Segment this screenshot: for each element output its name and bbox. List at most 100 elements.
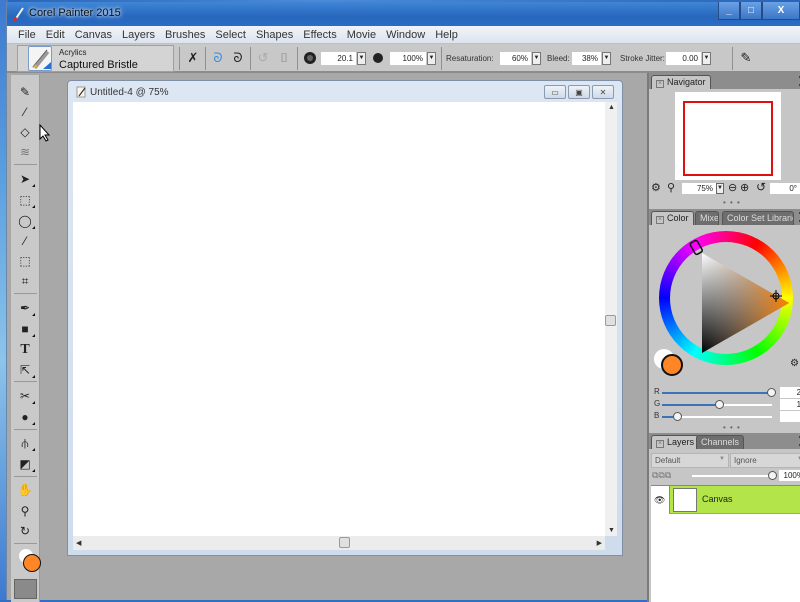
rubber-stamp-tool-icon[interactable]: ● bbox=[15, 408, 35, 426]
navigator-view-rect[interactable] bbox=[683, 101, 773, 176]
menu-edit[interactable]: Edit bbox=[41, 29, 70, 41]
opacity-dropdown[interactable]: ▼ bbox=[427, 52, 436, 65]
pen-tool-icon[interactable]: ✒ bbox=[15, 299, 35, 317]
panel-close-icon[interactable]: × bbox=[656, 216, 664, 224]
lasso-tool-icon[interactable]: ◯ bbox=[15, 212, 35, 230]
rectangle-shape-tool-icon[interactable]: ■ bbox=[15, 320, 35, 338]
freehand-stroke-icon[interactable]: ᘐ bbox=[209, 49, 227, 67]
menu-brushes[interactable]: Brushes bbox=[160, 29, 210, 41]
rotate-page-tool-icon[interactable]: ↻ bbox=[15, 522, 35, 540]
opacity-input[interactable]: 100% bbox=[390, 52, 426, 65]
panel-resize-grip[interactable]: • • • bbox=[723, 423, 741, 432]
green-slider-knob[interactable] bbox=[714, 400, 724, 409]
paper-selector[interactable] bbox=[14, 579, 37, 599]
eraser-tool-icon[interactable]: ≋ bbox=[15, 143, 35, 161]
panel-close-icon[interactable]: × bbox=[656, 440, 664, 448]
vertical-scroll-thumb[interactable] bbox=[605, 315, 616, 326]
brush-tool-icon[interactable]: ✎ bbox=[15, 83, 35, 101]
shape-selection-tool-icon[interactable]: ⇱ bbox=[15, 361, 35, 379]
size-dropdown[interactable]: ▼ bbox=[357, 52, 366, 65]
red-slider[interactable]: R 254 bbox=[654, 387, 800, 399]
navigator-preview[interactable] bbox=[675, 92, 781, 180]
zoom-in-icon[interactable]: ⊕ bbox=[740, 181, 749, 194]
zoom-icon[interactable]: ⚲ bbox=[667, 181, 675, 194]
layer-adjuster-tool-icon[interactable]: ➤ bbox=[15, 170, 35, 188]
menu-shapes[interactable]: Shapes bbox=[251, 29, 298, 41]
menu-file[interactable]: File bbox=[13, 29, 41, 41]
transform-tool-icon[interactable]: ⬚ bbox=[15, 252, 35, 270]
bleed-dropdown[interactable]: ▼ bbox=[602, 52, 611, 65]
scroll-left-arrow-icon[interactable]: ◀ bbox=[76, 539, 81, 547]
painting-canvas[interactable] bbox=[73, 102, 605, 536]
mirror-painting-tool-icon[interactable]: ⫛ bbox=[15, 434, 35, 452]
green-slider[interactable]: G 134 bbox=[654, 399, 800, 411]
composite-depth-select[interactable]: Ignore ▼ bbox=[730, 453, 800, 468]
text-tool-icon[interactable]: T bbox=[15, 341, 35, 359]
paint-bucket-tool-icon[interactable]: ◇ bbox=[15, 123, 35, 141]
red-value-input[interactable]: 254 bbox=[780, 387, 800, 398]
doc-minimize-button[interactable]: ▭ bbox=[544, 85, 566, 99]
panel-main-color-swatch[interactable] bbox=[661, 354, 683, 376]
menu-select[interactable]: Select bbox=[210, 29, 251, 41]
brush-selector[interactable]: Acrylics Captured Bristle bbox=[17, 45, 174, 72]
menu-help[interactable]: Help bbox=[430, 29, 463, 41]
blue-slider[interactable]: B 38 bbox=[654, 411, 800, 423]
saturation-value-triangle[interactable] bbox=[659, 231, 793, 365]
panel-close-icon[interactable]: × bbox=[656, 80, 664, 88]
straight-line-stroke-icon[interactable]: ᘐ bbox=[229, 49, 247, 67]
hue-indicator[interactable] bbox=[689, 239, 703, 256]
doc-close-button[interactable]: ✕ bbox=[592, 85, 614, 99]
navigator-zoom-dropdown[interactable]: ▼ bbox=[716, 183, 724, 194]
maximize-button[interactable]: □ bbox=[740, 2, 762, 20]
size-input[interactable]: 20.1 bbox=[321, 52, 356, 65]
cloner-tool-icon[interactable]: ✂ bbox=[15, 387, 35, 405]
crop-tool-icon[interactable]: ⌗ bbox=[15, 272, 35, 290]
resaturation-dropdown[interactable]: ▼ bbox=[532, 52, 541, 65]
grabber-tool-icon[interactable]: ✋ bbox=[15, 481, 35, 499]
menu-effects[interactable]: Effects bbox=[298, 29, 341, 41]
horizontal-scroll-thumb[interactable] bbox=[339, 537, 350, 548]
scroll-up-arrow-icon[interactable]: ▲ bbox=[608, 104, 615, 111]
scroll-right-arrow-icon[interactable]: ▶ bbox=[597, 539, 602, 547]
brush-controls-icon[interactable]: ✎ bbox=[737, 49, 755, 67]
clone-source-icon[interactable]: ⌷ bbox=[275, 49, 293, 67]
tab-navigator[interactable]: × Navigator bbox=[651, 75, 711, 89]
title-bar[interactable]: Corel Painter 2015 _ □ X bbox=[7, 2, 800, 26]
perspective-guides-tool-icon[interactable]: ◩ bbox=[15, 455, 35, 473]
layer-opacity-knob[interactable] bbox=[768, 471, 777, 480]
scroll-down-arrow-icon[interactable]: ▼ bbox=[608, 527, 615, 534]
tab-layers[interactable]: × Layers bbox=[651, 435, 700, 449]
menu-window[interactable]: Window bbox=[381, 29, 430, 41]
tab-channels[interactable]: Channels bbox=[696, 435, 745, 449]
stroke-jitter-dropdown[interactable]: ▼ bbox=[702, 52, 711, 65]
color-variability-icon[interactable]: ⚙ bbox=[790, 358, 799, 369]
navigator-zoom-input[interactable]: 75% bbox=[682, 183, 716, 194]
resaturation-input[interactable]: 60% bbox=[500, 52, 531, 65]
rectangular-selection-tool-icon[interactable]: ⬚ bbox=[15, 191, 35, 209]
panel-resize-grip[interactable]: • • • bbox=[723, 198, 741, 207]
tab-color[interactable]: × Color bbox=[651, 211, 694, 225]
menu-canvas[interactable]: Canvas bbox=[70, 29, 117, 41]
layer-row[interactable]: 👁 Canvas ⬭ bbox=[651, 486, 800, 514]
dropper-tool-icon[interactable]: ⁄ bbox=[15, 103, 35, 121]
bleed-input[interactable]: 38% bbox=[572, 52, 601, 65]
navigator-rotation-input[interactable]: 0° bbox=[770, 183, 800, 194]
stroke-jitter-input[interactable]: 0.00 bbox=[666, 52, 701, 65]
composite-method-select[interactable]: Default ▼ bbox=[651, 453, 729, 468]
zoom-out-icon[interactable]: ⊖ bbox=[728, 181, 737, 194]
menu-movie[interactable]: Movie bbox=[342, 29, 381, 41]
menu-layers[interactable]: Layers bbox=[117, 29, 160, 41]
reset-tool-icon[interactable]: ↺ bbox=[254, 49, 272, 67]
blue-slider-knob[interactable] bbox=[673, 412, 683, 421]
visibility-eye-icon[interactable]: 👁 bbox=[654, 495, 665, 506]
layer-lock-icons[interactable]: ⧉⧉⧉ bbox=[652, 470, 671, 481]
tab-color-set-libraries[interactable]: Color Set Libraries bbox=[722, 211, 794, 225]
vertical-scrollbar[interactable]: ▲ ▼ bbox=[605, 102, 617, 536]
magnifier-tool-icon[interactable]: ⚲ bbox=[15, 502, 35, 520]
tab-mixer[interactable]: Mixer bbox=[695, 211, 719, 225]
doc-maximize-button[interactable]: ▣ bbox=[568, 85, 590, 99]
green-value-input[interactable]: 134 bbox=[780, 399, 800, 410]
layer-item-selected[interactable]: Canvas ⬭ bbox=[669, 486, 800, 514]
navigator-settings-icon[interactable]: ⚙ bbox=[651, 181, 661, 194]
magic-wand-tool-icon[interactable]: ⁄ bbox=[15, 232, 35, 250]
